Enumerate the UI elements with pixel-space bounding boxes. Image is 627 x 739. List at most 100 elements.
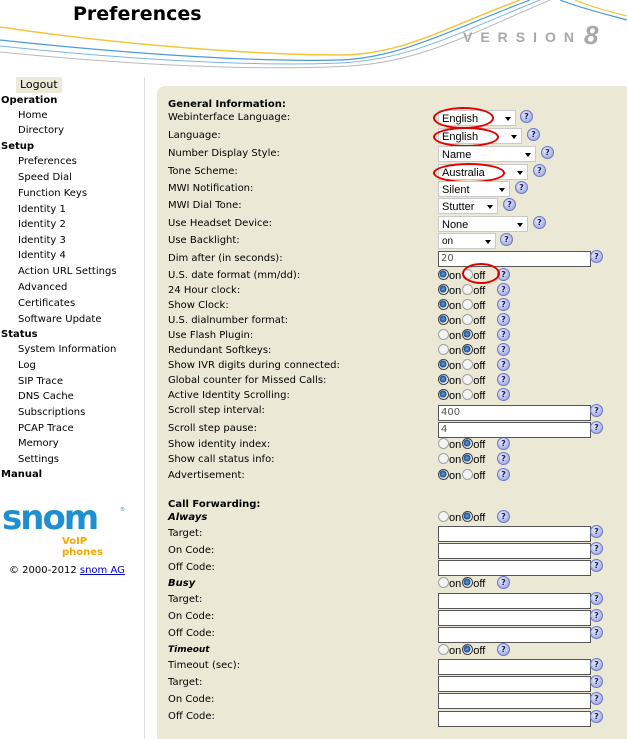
help-icon[interactable]: ? [533,216,546,229]
always-off-code-input[interactable] [438,560,591,576]
always-forwarding-off-radio[interactable] [462,510,474,522]
nav-item-speed-dial[interactable]: Speed Dial [18,172,72,183]
show-call-status-info-on-radio[interactable] [438,452,449,464]
help-icon[interactable]: ? [590,675,603,688]
help-icon[interactable]: ? [497,468,510,481]
help-icon[interactable]: ? [527,128,540,141]
help-icon[interactable]: ? [590,525,603,538]
help-icon[interactable]: ? [497,328,510,341]
nav-item-certificates[interactable]: Certificates [18,298,75,309]
us-date-format-on-radio[interactable] [438,268,449,280]
timeout-sec-input[interactable] [438,659,591,675]
global-counter-missed-calls-on-radio[interactable] [438,373,449,385]
show-clock-off-radio[interactable] [462,298,474,310]
snom-ag-link[interactable]: snom AG [80,565,125,576]
nav-item-preferences[interactable]: Preferences [18,156,77,167]
help-icon[interactable]: ? [590,250,603,263]
help-icon[interactable]: ? [590,592,603,605]
help-icon[interactable]: ? [590,421,603,434]
us-dialnumber-format-on-radio[interactable] [438,313,449,325]
help-icon[interactable]: ? [590,404,603,417]
show-clock-on-radio[interactable] [438,298,449,310]
redundant-softkeys-off-radio[interactable] [462,343,474,355]
language-select[interactable]: English [438,128,522,144]
timeout-target-input[interactable] [438,676,591,692]
help-icon[interactable]: ? [497,283,510,296]
use-flash-plugin-on-radio[interactable] [438,328,449,340]
help-icon[interactable]: ? [497,343,510,356]
mwi-notification-select[interactable]: Silent [438,181,510,197]
help-icon[interactable]: ? [497,298,510,311]
timeout-forwarding-off-radio[interactable] [462,643,474,655]
help-icon[interactable]: ? [497,268,510,281]
logout-button[interactable]: Logout [16,77,62,93]
number-display-style-select[interactable]: Name [438,146,536,162]
help-icon[interactable]: ? [541,146,554,159]
help-icon[interactable]: ? [500,233,513,246]
always-forwarding-on-radio[interactable] [438,510,449,522]
timeout-on-code-input[interactable] [438,693,591,709]
advertisement-off-radio[interactable] [462,468,474,480]
help-icon[interactable]: ? [497,643,510,656]
nav-item-action-url-settings[interactable]: Action URL Settings [18,266,117,277]
help-icon[interactable]: ? [520,110,533,123]
nav-item-directory[interactable]: Directory [18,125,64,136]
active-identity-scrolling-on-radio[interactable] [438,388,449,400]
help-icon[interactable]: ? [497,388,510,401]
nav-item-identity-1[interactable]: Identity 1 [18,204,66,215]
busy-forwarding-on-radio[interactable] [438,576,449,588]
us-date-format-off-radio[interactable] [462,268,474,280]
nav-item-software-update[interactable]: Software Update [18,314,101,325]
help-icon[interactable]: ? [503,198,516,211]
nav-item-memory[interactable]: Memory [18,438,59,449]
help-icon[interactable]: ? [590,559,603,572]
help-icon[interactable]: ? [497,576,510,589]
nav-item-system-information[interactable]: System Information [18,344,116,355]
use-headset-device-select[interactable]: None [438,216,528,232]
nav-item-pcap-trace[interactable]: PCAP Trace [18,423,74,434]
always-on-code-input[interactable] [438,543,591,559]
busy-forwarding-off-radio[interactable] [462,576,474,588]
dim-after-input[interactable]: 20 [438,251,591,267]
nav-item-settings[interactable]: Settings [18,454,59,465]
tone-scheme-select[interactable]: Australia [438,164,528,180]
nav-item-identity-2[interactable]: Identity 2 [18,219,66,230]
nav-item-advanced[interactable]: Advanced [18,282,67,293]
redundant-softkeys-on-radio[interactable] [438,343,449,355]
help-icon[interactable]: ? [497,373,510,386]
busy-on-code-input[interactable] [438,610,591,626]
use-flash-plugin-off-radio[interactable] [462,328,474,340]
use-backlight-select[interactable]: on [438,233,496,249]
show-ivr-digits-off-radio[interactable] [462,358,474,370]
timeout-forwarding-on-radio[interactable] [438,643,449,655]
help-icon[interactable]: ? [590,542,603,555]
nav-item-identity-3[interactable]: Identity 3 [18,235,66,246]
busy-target-input[interactable] [438,593,591,609]
24-hour-clock-on-radio[interactable] [438,283,449,295]
show-ivr-digits-on-radio[interactable] [438,358,449,370]
advertisement-on-radio[interactable] [438,468,449,480]
always-target-input[interactable] [438,526,591,542]
scroll-step-pause-input[interactable]: 4 [438,422,591,438]
help-icon[interactable]: ? [590,658,603,671]
help-icon[interactable]: ? [497,510,510,523]
nav-item-sip-trace[interactable]: SIP Trace [18,376,63,387]
nav-item-dns-cache[interactable]: DNS Cache [18,391,74,402]
scroll-step-interval-input[interactable]: 400 [438,405,591,421]
nav-item-function-keys[interactable]: Function Keys [18,188,87,199]
show-call-status-info-off-radio[interactable] [462,452,474,464]
nav-item-log[interactable]: Log [18,360,36,371]
nav-group-manual[interactable]: Manual [1,469,42,480]
nav-item-identity-4[interactable]: Identity 4 [18,250,66,261]
help-icon[interactable]: ? [497,437,510,450]
busy-off-code-input[interactable] [438,627,591,643]
help-icon[interactable]: ? [590,609,603,622]
help-icon[interactable]: ? [515,181,528,194]
show-identity-index-on-radio[interactable] [438,437,449,449]
show-identity-index-off-radio[interactable] [462,437,474,449]
nav-item-home[interactable]: Home [18,110,48,121]
help-icon[interactable]: ? [590,710,603,723]
us-dialnumber-format-off-radio[interactable] [462,313,474,325]
mwi-dial-tone-select[interactable]: Stutter [438,198,498,214]
webinterface-language-select[interactable]: English [438,110,516,126]
